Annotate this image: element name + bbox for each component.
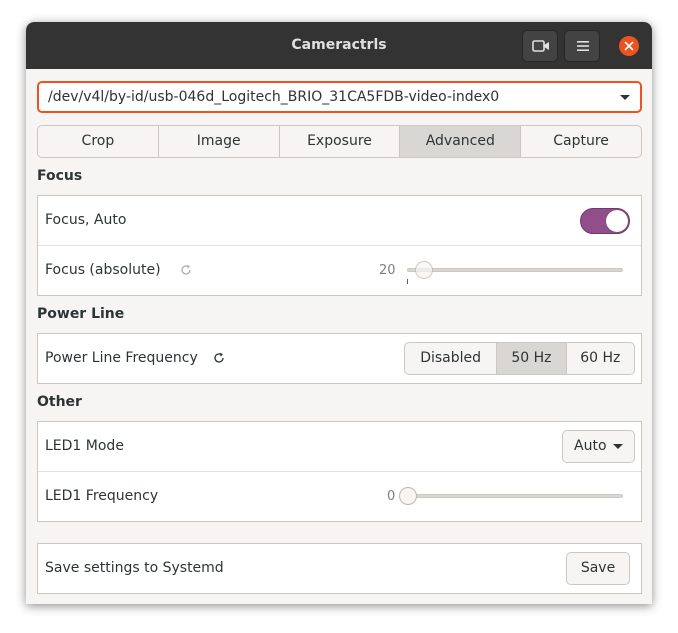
window-title: Cameractrls (291, 37, 387, 53)
tab-bar: Crop Image Exposure Advanced Capture (37, 125, 642, 158)
reset-icon[interactable] (212, 351, 226, 365)
led1-frequency-slider[interactable] (407, 494, 623, 498)
camera-view-button[interactable] (522, 30, 558, 62)
led1-mode-dropdown[interactable]: Auto (562, 430, 635, 463)
tab-advanced[interactable]: Advanced (400, 126, 522, 157)
led1-mode-value: Auto (574, 438, 607, 454)
save-button[interactable]: Save (566, 552, 630, 585)
app-window: Cameractrls /dev/v4l/by-id/usb-046d_Logi… (26, 22, 652, 604)
power-line-option-disabled[interactable]: Disabled (405, 343, 498, 374)
close-icon (624, 41, 634, 51)
focus-absolute-value: 20 (379, 263, 396, 278)
slider-tick-mark (407, 279, 408, 284)
focus-group: Focus, Auto Focus (absolute) 20 (37, 195, 642, 296)
hamburger-menu-icon (577, 41, 589, 51)
focus-auto-switch[interactable] (580, 208, 630, 234)
power-line-frequency-label: Power Line Frequency (45, 350, 198, 366)
device-selector[interactable]: /dev/v4l/by-id/usb-046d_Logitech_BRIO_31… (37, 81, 642, 113)
focus-absolute-row: Focus (absolute) 20 (38, 245, 641, 296)
power-line-option-50hz[interactable]: 50 Hz (497, 343, 567, 374)
systemd-group: Save settings to Systemd Save (37, 543, 642, 594)
led1-frequency-slider-handle[interactable] (399, 487, 417, 505)
focus-absolute-slider[interactable] (407, 268, 623, 272)
systemd-label: Save settings to Systemd (45, 560, 224, 576)
tab-image[interactable]: Image (159, 126, 280, 157)
titlebar: Cameractrls (26, 22, 652, 69)
tab-capture[interactable]: Capture (521, 126, 641, 157)
section-title-focus: Focus (37, 168, 83, 184)
power-line-frequency-selector: Disabled 50 Hz 60 Hz (404, 342, 635, 375)
main-menu-button[interactable] (564, 30, 600, 62)
focus-auto-row: Focus, Auto (38, 196, 641, 246)
chevron-down-icon (613, 444, 623, 449)
video-camera-icon (532, 40, 549, 52)
power-line-frequency-row: Power Line Frequency Disabled 50 Hz 60 H… (38, 334, 641, 384)
tab-exposure[interactable]: Exposure (280, 126, 401, 157)
section-title-power-line: Power Line (37, 306, 125, 322)
led1-mode-label: LED1 Mode (45, 438, 124, 454)
close-button[interactable] (619, 36, 639, 56)
focus-absolute-slider-handle[interactable] (415, 261, 433, 279)
focus-absolute-label: Focus (absolute) (45, 262, 161, 278)
focus-auto-label: Focus, Auto (45, 212, 127, 228)
power-line-group: Power Line Frequency Disabled 50 Hz 60 H… (37, 333, 642, 384)
other-group: LED1 Mode Auto LED1 Frequency 0 (37, 421, 642, 522)
systemd-row: Save settings to Systemd Save (38, 544, 641, 594)
device-selector-value: /dev/v4l/by-id/usb-046d_Logitech_BRIO_31… (48, 89, 500, 105)
led1-frequency-row: LED1 Frequency 0 (38, 471, 641, 522)
power-line-option-60hz[interactable]: 60 Hz (567, 343, 634, 374)
chevron-down-icon (620, 95, 630, 100)
led1-frequency-value: 0 (387, 489, 396, 504)
reset-icon[interactable] (179, 263, 193, 277)
led1-mode-row: LED1 Mode Auto (38, 422, 641, 472)
tab-crop[interactable]: Crop (38, 126, 159, 157)
section-title-other: Other (37, 394, 82, 410)
led1-frequency-label: LED1 Frequency (45, 488, 159, 504)
switch-knob (606, 210, 628, 232)
